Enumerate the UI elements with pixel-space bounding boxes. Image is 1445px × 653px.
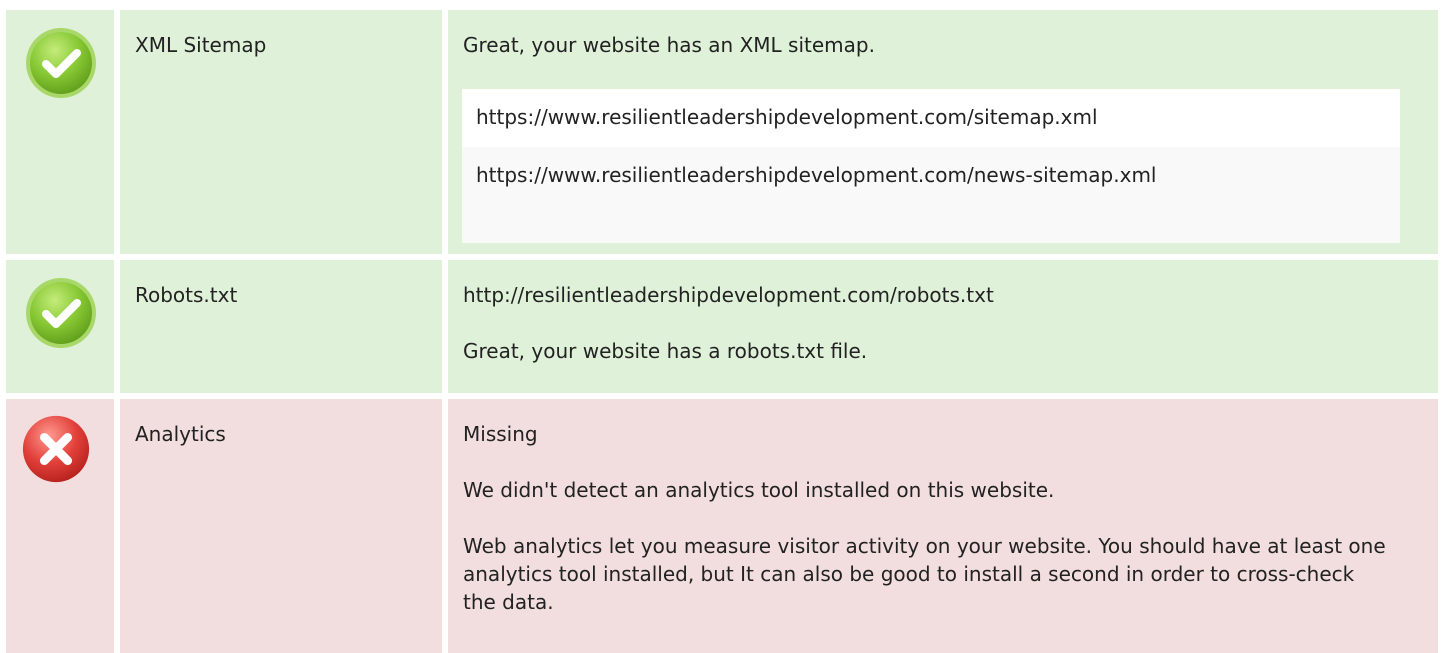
result-message: We didn't detect an analytics tool insta… — [463, 478, 1055, 502]
label-cell: Robots.txt — [120, 260, 442, 393]
status-cell — [6, 399, 114, 653]
result-cell: http://resilientleadershipdevelopment.co… — [448, 260, 1438, 393]
label-cell: Analytics — [120, 399, 442, 653]
error-circle-icon — [22, 415, 90, 483]
audit-row-robots-txt: Robots.txt http://resilientleadershipdev… — [6, 260, 1438, 393]
label-cell: XML Sitemap — [120, 10, 442, 254]
status-cell — [6, 10, 114, 254]
check-label: XML Sitemap — [135, 33, 267, 57]
result-message: Great, your website has a robots.txt fil… — [463, 339, 868, 363]
check-label: Analytics — [135, 422, 226, 446]
check-circle-icon — [26, 28, 96, 98]
result-cell: Missing We didn't detect an analytics to… — [448, 399, 1438, 653]
sitemap-url-item: https://www.resilientleadershipdevelopme… — [462, 147, 1400, 243]
sitemap-url-item: https://www.resilientleadershipdevelopme… — [462, 89, 1400, 147]
result-status: Missing — [463, 422, 538, 446]
status-cell — [6, 260, 114, 393]
result-advice: Web analytics let you measure visitor ac… — [463, 534, 1386, 614]
robots-url: http://resilientleadershipdevelopment.co… — [463, 283, 994, 307]
result-message: Great, your website has an XML sitemap. — [463, 33, 875, 57]
check-circle-icon — [26, 278, 96, 348]
audit-row-xml-sitemap: XML Sitemap Great, your website has an X… — [6, 10, 1438, 254]
check-label: Robots.txt — [135, 283, 238, 307]
result-cell: Great, your website has an XML sitemap. … — [448, 10, 1438, 254]
audit-row-analytics: Analytics Missing We didn't detect an an… — [6, 399, 1438, 653]
